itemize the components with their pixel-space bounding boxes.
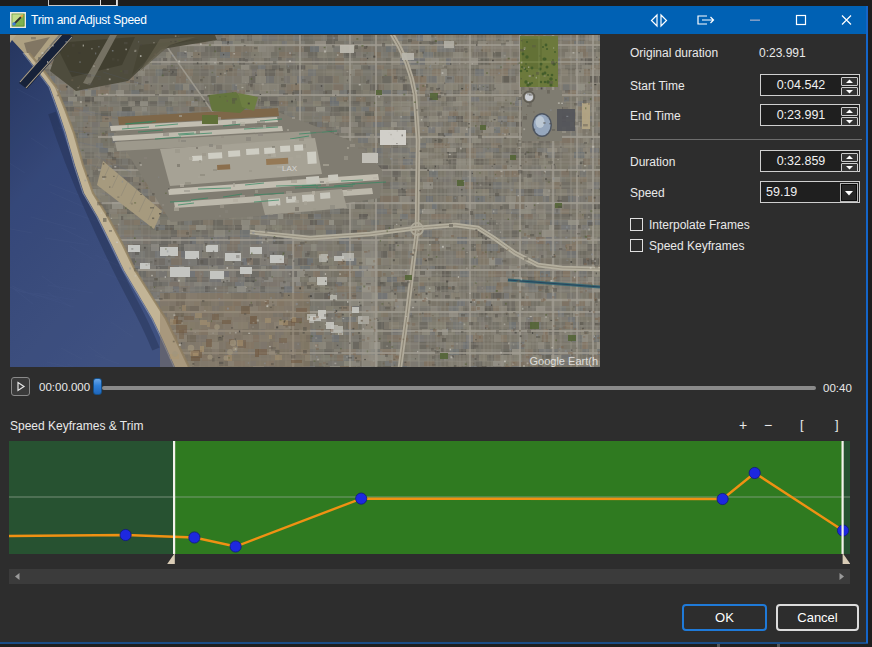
svg-text:Google Eart(h: Google Eart(h	[530, 355, 598, 367]
